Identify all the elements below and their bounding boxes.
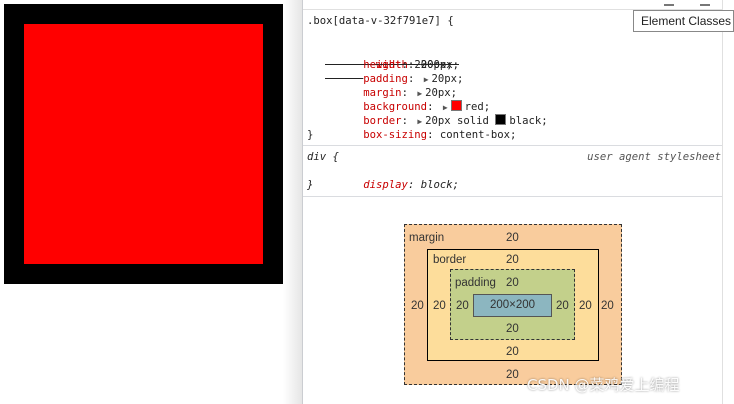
margin-label: margin	[409, 232, 445, 244]
vertical-scrollbar[interactable]	[722, 0, 734, 404]
property-value[interactable]: content-box;	[440, 129, 517, 141]
rule-close-brace: }	[307, 179, 314, 191]
page-preview	[0, 0, 300, 404]
red-box-element[interactable]	[4, 4, 283, 284]
declaration-border[interactable]: border: ▶ 20px solid black;	[325, 100, 548, 127]
padding-bottom-value[interactable]: 20	[506, 322, 519, 336]
rule-close-brace: }	[307, 129, 314, 141]
declaration-background[interactable]: background: ▶ red;	[325, 86, 490, 113]
user-agent-origin: user agent stylesheet	[587, 151, 721, 163]
declaration-height[interactable]: height: 200px;	[325, 44, 452, 71]
border-label: border	[433, 254, 467, 266]
declaration-box-sizing[interactable]: box-sizing: content-box;	[325, 114, 516, 141]
rule-selector[interactable]: div {	[307, 150, 339, 164]
padding-top-value[interactable]: 20	[506, 276, 519, 290]
margin-top-value[interactable]: 20	[506, 231, 519, 245]
pane-divider	[283, 0, 303, 404]
box-model-content[interactable]: 200×200	[473, 294, 552, 317]
declaration-padding[interactable]: padding: ▶ 20px;	[325, 58, 463, 85]
css-rule-div: div { user agent stylesheet display: blo…	[303, 148, 723, 197]
padding-right-value[interactable]: 20	[556, 299, 569, 313]
declaration-display: display: block;	[363, 179, 459, 191]
css-rule-box: .box[data-v-32f791e7] { width: 200px; he…	[303, 12, 723, 146]
declaration-margin[interactable]: margin: ▶ 20px;	[325, 72, 457, 99]
border-right-value[interactable]: 20	[579, 299, 592, 313]
padding-label: padding	[455, 277, 496, 289]
margin-left-value[interactable]: 20	[411, 299, 424, 313]
csdn-watermark: CSDN @菜鸡爱上编程	[527, 376, 680, 394]
property-name: display	[363, 179, 408, 191]
margin-right-value[interactable]: 20	[601, 299, 614, 313]
padding-left-value[interactable]: 20	[456, 299, 469, 313]
toolbar-icon[interactable]	[700, 0, 710, 6]
border-left-value[interactable]: 20	[433, 299, 446, 313]
styles-toolbar	[303, 0, 723, 10]
declaration-width[interactable]: width: 200px;	[325, 30, 459, 71]
property-value: block;	[420, 179, 459, 191]
margin-bottom-value[interactable]: 20	[506, 368, 519, 382]
border-bottom-value[interactable]: 20	[506, 345, 519, 359]
property-name[interactable]: box-sizing	[363, 129, 427, 141]
toolbar-icon[interactable]	[664, 0, 674, 6]
rule-selector[interactable]: .box[data-v-32f791e7] {	[307, 14, 454, 28]
element-classes-tooltip: Element Classes	[633, 10, 734, 32]
border-top-value[interactable]: 20	[506, 253, 519, 267]
